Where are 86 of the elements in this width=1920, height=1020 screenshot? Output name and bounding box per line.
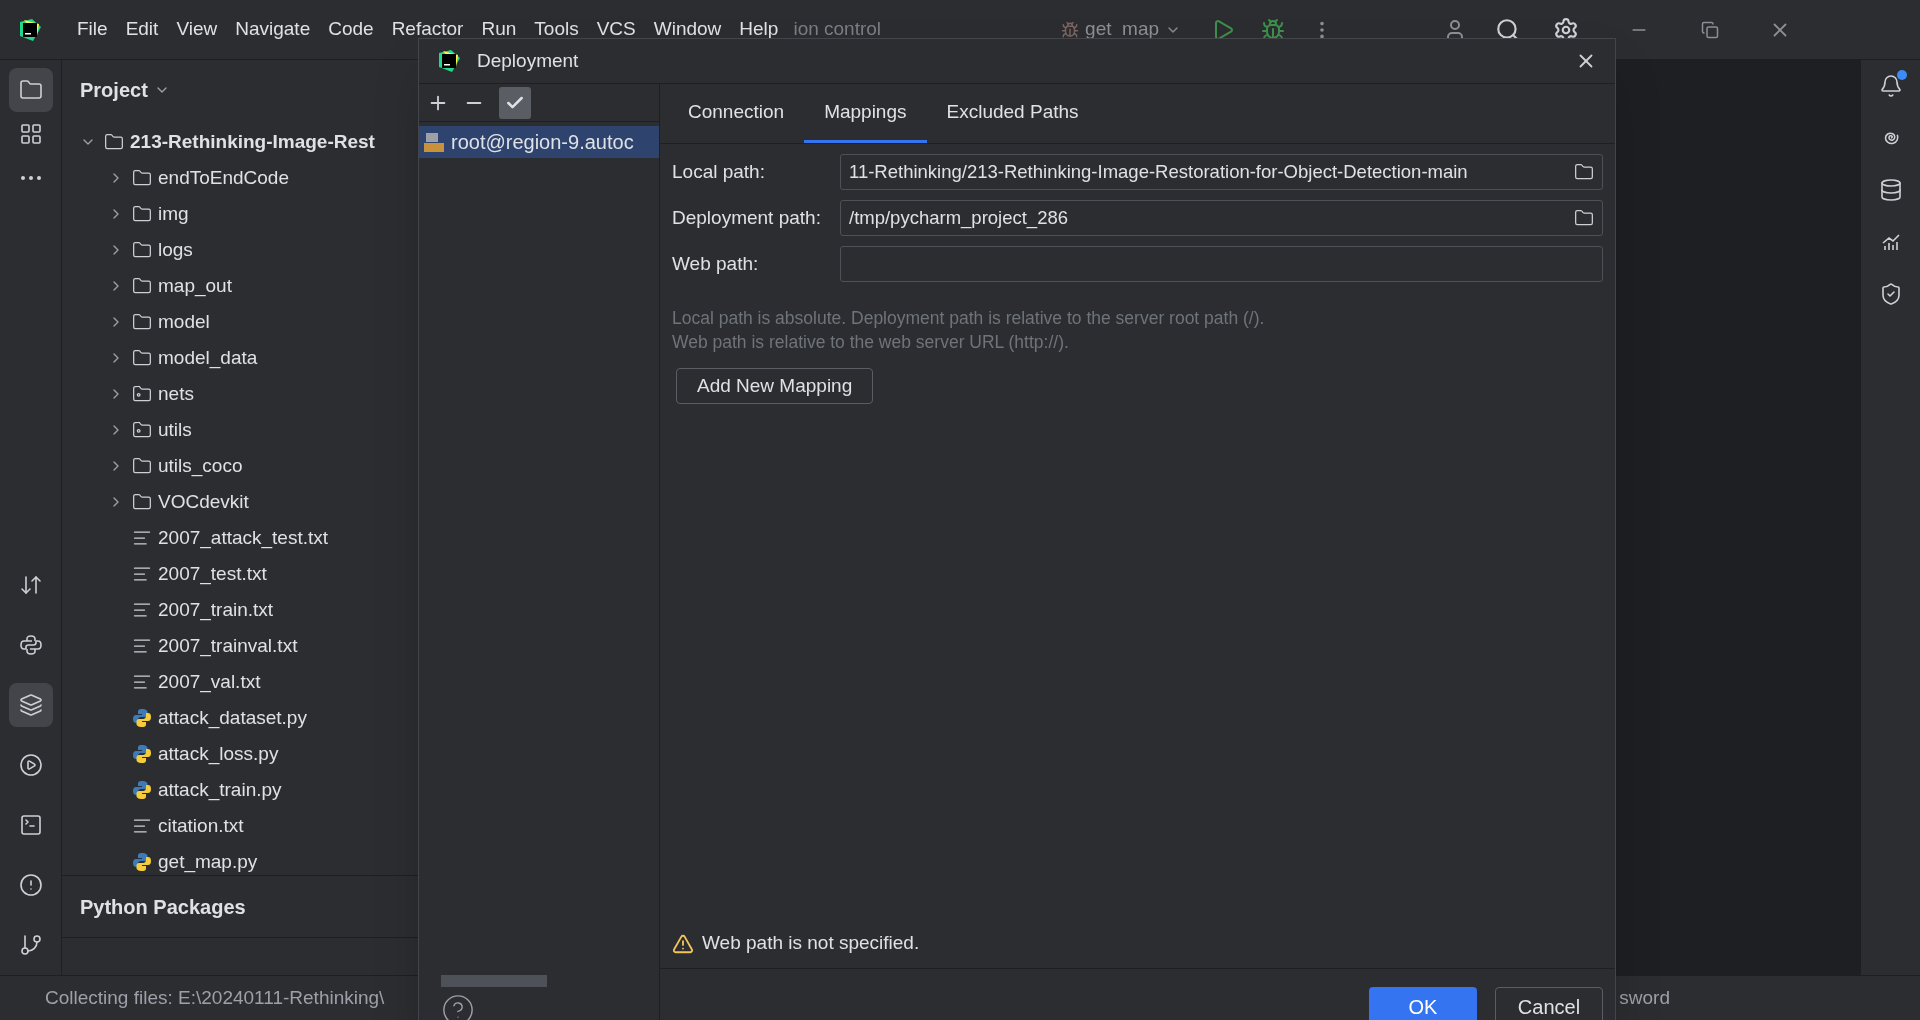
browse-folder-icon[interactable] — [1574, 162, 1594, 182]
server-list-item[interactable]: root@region-9.autoc — [419, 126, 659, 158]
structure-icon — [18, 122, 43, 146]
folder-icon — [132, 312, 152, 332]
panel-title[interactable]: Python Packages — [80, 891, 246, 922]
tree-item[interactable]: attack_train.py — [158, 775, 282, 805]
folder-icon — [18, 78, 43, 102]
tree-item[interactable]: 2007_val.txt — [158, 667, 261, 697]
dialog-tab[interactable]: Connection — [668, 84, 805, 143]
python-file-icon — [132, 744, 152, 764]
path-field[interactable] — [840, 246, 1603, 282]
bell-icon[interactable] — [1878, 74, 1903, 98]
folder-icon — [104, 132, 124, 152]
tree-item[interactable]: 2007_trainval.txt — [158, 631, 298, 661]
warning-message: Web path is not specified. — [702, 931, 920, 956]
more-icon — [20, 176, 41, 180]
menu-item[interactable]: View — [167, 15, 227, 44]
menu-item[interactable]: Edit — [116, 15, 168, 44]
app-logo-icon — [437, 49, 461, 73]
python-file-icon — [132, 708, 152, 728]
hint-text: Web path is relative to the web server URL (http://). — [672, 331, 1070, 354]
field-label: Web path: — [672, 251, 760, 276]
layers-icon — [18, 693, 43, 717]
database-icon[interactable] — [1878, 178, 1903, 202]
tree-item[interactable]: VOCdevkit — [158, 487, 249, 517]
scrollbar-thumb[interactable] — [441, 975, 547, 987]
add-mapping-button[interactable]: Add New Mapping — [676, 368, 874, 404]
status-text: Collecting files: E:\20240111-Rethinking\ — [45, 985, 385, 1010]
tree-item[interactable]: nets — [158, 379, 194, 409]
tool-window-button[interactable] — [8, 683, 53, 727]
default-server-button[interactable] — [499, 86, 531, 119]
folder-icon — [132, 168, 152, 188]
tree-item[interactable]: 2007_attack_test.txt — [158, 523, 329, 553]
browse-folder-icon[interactable] — [1574, 208, 1594, 228]
path-field[interactable]: 11-Rethinking/213-Rethinking-Image-Restoration-for-Object-Detection-main — [840, 154, 1603, 190]
tree-item[interactable]: endToEndCode — [158, 163, 289, 193]
panel-title[interactable]: Project — [80, 75, 148, 105]
folder-icon — [132, 276, 152, 296]
tree-item[interactable]: model — [158, 307, 210, 337]
folder-icon — [132, 348, 152, 368]
tree-item[interactable]: map_out — [158, 271, 232, 301]
folder-icon — [132, 456, 152, 476]
python-outline-icon — [18, 633, 43, 657]
dialog-tab[interactable]: Mappings — [804, 84, 927, 143]
package-folder-icon — [132, 384, 152, 404]
field-label: Deployment path: — [672, 205, 822, 230]
tree-item[interactable]: model_data — [158, 343, 258, 373]
ok-button[interactable]: OK — [1369, 987, 1477, 1020]
branch-icon — [18, 933, 43, 957]
menu-item[interactable]: Code — [319, 15, 383, 44]
dialog-title: Deployment — [477, 48, 579, 73]
tree-item[interactable]: 2007_train.txt — [158, 595, 274, 625]
tree-item[interactable]: attack_loss.py — [158, 739, 279, 769]
arrows-up-down-icon — [18, 573, 43, 597]
tree-item[interactable]: img — [158, 199, 189, 229]
restore-icon[interactable] — [1701, 20, 1720, 39]
python-file-icon — [132, 852, 152, 872]
tree-item[interactable]: 2007_test.txt — [158, 559, 267, 589]
folder-icon — [132, 240, 152, 260]
tree-item[interactable]: get_map.py — [158, 847, 258, 875]
package-folder-icon — [132, 420, 152, 440]
app-logo-icon — [18, 17, 42, 42]
tree-item[interactable]: citation.txt — [158, 811, 244, 841]
cancel-button[interactable]: Cancel — [1495, 987, 1603, 1020]
tree-item[interactable]: utils_coco — [158, 451, 243, 481]
help-icon[interactable] — [441, 993, 475, 1020]
tool-window-button[interactable] — [8, 68, 53, 112]
tree-item[interactable]: attack_dataset.py — [158, 703, 307, 733]
tree-item[interactable]: logs — [158, 235, 193, 265]
menu-item[interactable]: Navigate — [226, 15, 320, 44]
sftp-server-icon — [423, 131, 445, 153]
folder-icon — [132, 204, 152, 224]
alert-circle-icon — [18, 873, 43, 897]
tree-item[interactable]: utils — [158, 415, 192, 445]
terminal-icon — [18, 813, 43, 837]
python-file-icon — [132, 780, 152, 800]
bug-icon — [1061, 20, 1080, 39]
folder-icon — [132, 492, 152, 512]
menu-item[interactable]: File — [68, 15, 117, 44]
field-label: Local path: — [672, 159, 766, 184]
status-text: sword — [1619, 985, 1670, 1010]
project-root-item[interactable]: 213-Rethinking-Image-Rest — [130, 127, 375, 157]
dialog-tab[interactable]: Excluded Paths — [926, 84, 1099, 143]
path-field[interactable]: /tmp/pycharm_project_286 — [840, 200, 1603, 236]
hint-text: Local path is absolute. Deployment path is relative to the server root path (/). — [672, 307, 1266, 330]
warning-icon — [672, 932, 694, 955]
